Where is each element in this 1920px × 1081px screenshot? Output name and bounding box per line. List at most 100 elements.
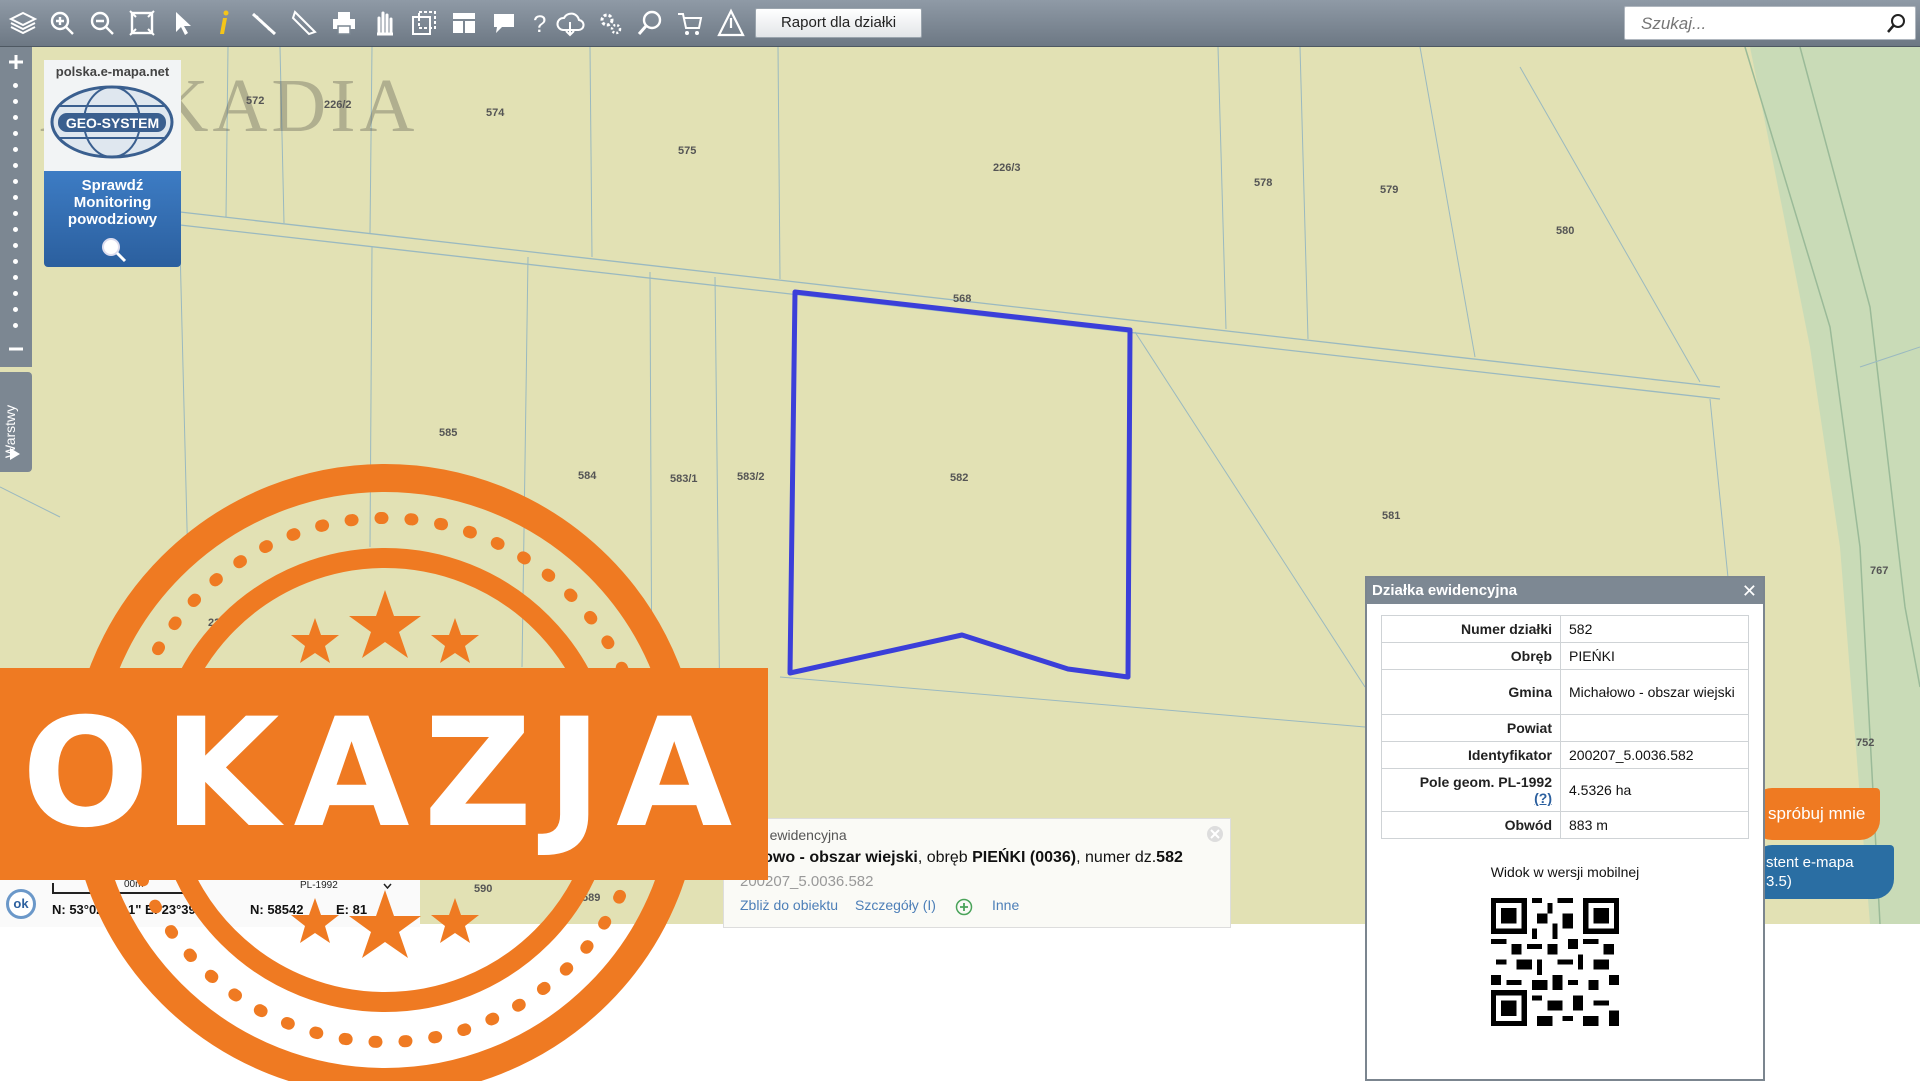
table-row: Pole geom. PL-1992 (?) 4.5326 ha xyxy=(1381,768,1749,812)
zoom-out-icon[interactable] xyxy=(87,8,117,38)
parcel-label[interactable]: 226/3 xyxy=(993,162,1021,174)
zoom-step[interactable] xyxy=(13,323,18,328)
info-icon[interactable] xyxy=(209,8,239,38)
settings-icon[interactable] xyxy=(595,8,625,38)
zoom-step[interactable] xyxy=(13,307,18,312)
search-map-icon[interactable] xyxy=(635,8,665,38)
parcel-label[interactable]: 572 xyxy=(246,95,264,107)
qr-code[interactable] xyxy=(1491,898,1619,1026)
zoom-step[interactable] xyxy=(13,131,18,136)
zoom-step[interactable] xyxy=(13,291,18,296)
zoom-step[interactable] xyxy=(13,147,18,152)
banner-logo-text: GEO-SYSTEM xyxy=(65,115,160,131)
select-arrow-icon[interactable] xyxy=(168,8,198,38)
popup-obreb: PIEŃKI (0036) xyxy=(972,849,1077,866)
mobile-view-label: Widok w wersji mobilnej xyxy=(1490,864,1640,880)
area-help-link[interactable]: (?) xyxy=(1390,790,1552,806)
parcel-label[interactable]: 580 xyxy=(1556,225,1574,237)
selected-parcel-outline[interactable] xyxy=(787,289,1133,680)
zoom-step[interactable] xyxy=(13,259,18,264)
parcel-label[interactable]: 581 xyxy=(1382,510,1400,522)
zoom-step[interactable] xyxy=(13,211,18,216)
attr-value: Michałowo - obszar wiejski xyxy=(1560,669,1749,715)
zoom-step[interactable] xyxy=(13,179,18,184)
banner-logo-area: polska.e-mapa.net GEO-SYSTEM xyxy=(44,60,181,171)
attr-key: Numer działki xyxy=(1381,615,1561,643)
banner-site-name: polska.e-mapa.net xyxy=(55,64,170,79)
geo-system-banner[interactable]: polska.e-mapa.net GEO-SYSTEM Sprawdź Mon… xyxy=(44,60,181,267)
attr-key: Powiat xyxy=(1381,714,1561,742)
assistant-line1: stent e-mapa xyxy=(1766,854,1854,871)
report-button[interactable]: Raport dla działki xyxy=(755,8,922,38)
road-edge xyxy=(179,211,1721,388)
zoom-step[interactable] xyxy=(13,195,18,200)
comment-icon[interactable] xyxy=(489,8,519,38)
layout-icon[interactable] xyxy=(449,8,479,38)
select-window-icon[interactable] xyxy=(409,8,439,38)
table-row: Obwód 883 m xyxy=(1381,811,1749,839)
popup-sep2: , numer dz. xyxy=(1076,849,1157,866)
print-icon[interactable] xyxy=(329,8,359,38)
table-row: Gmina Michałowo - obszar wiejski xyxy=(1381,669,1749,715)
zoom-extent-icon[interactable] xyxy=(127,8,157,38)
flood-monitoring-promo[interactable]: Sprawdź Monitoring powodziowy xyxy=(44,171,181,267)
zoom-step[interactable] xyxy=(13,275,18,280)
parcel-label[interactable]: 226/2 xyxy=(324,99,352,111)
zoom-slider[interactable] xyxy=(0,47,32,367)
popup-number: 582 xyxy=(1156,849,1183,866)
details-link[interactable]: Szczegóły (I) xyxy=(855,897,936,913)
parcel-label[interactable]: 582 xyxy=(950,472,968,484)
panel-title: Działka ewidencyjna xyxy=(1367,578,1763,604)
zoom-step[interactable] xyxy=(13,83,18,88)
parcel-info-popup: ałka ewidencyjna hałowo - obszar wiejski… xyxy=(723,818,1231,928)
parcel-label[interactable]: 575 xyxy=(678,145,696,157)
cart-icon[interactable] xyxy=(675,8,705,38)
stamp-text: OKAZJA xyxy=(21,687,747,861)
search-box xyxy=(1624,6,1916,40)
parcel-attributes-table: Numer działki 582 Obręb PIEŃKI Gmina Michał… xyxy=(1381,615,1749,839)
close-icon[interactable] xyxy=(1206,825,1224,843)
pan-icon[interactable] xyxy=(369,8,399,38)
attr-key: Obwód xyxy=(1381,811,1561,839)
parcel-label[interactable]: 752 xyxy=(1856,737,1874,749)
promo-text: Sprawdź Monitoring powodziowy xyxy=(67,177,158,228)
parcel-label[interactable]: 578 xyxy=(1254,177,1272,189)
measure-area-icon[interactable] xyxy=(289,8,319,38)
zoom-step[interactable] xyxy=(13,163,18,168)
table-row: Numer działki 582 xyxy=(1381,615,1749,643)
parcel-label[interactable]: 767 xyxy=(1870,565,1888,577)
zoom-step[interactable] xyxy=(13,115,18,120)
zoom-plus-icon[interactable] xyxy=(7,53,25,71)
zoom-in-icon[interactable] xyxy=(47,8,77,38)
assistant-button[interactable]: stent e-mapa 3.5) xyxy=(1752,845,1894,899)
attr-key: Obręb xyxy=(1381,642,1561,670)
table-row: Powiat xyxy=(1381,714,1749,742)
popup-description: hałowo - obszar wiejski, obręb PIEŃKI (0… xyxy=(740,849,1183,867)
parcel-label[interactable]: 585 xyxy=(439,427,457,439)
popup-sep: , obręb xyxy=(917,849,973,866)
zoom-step[interactable] xyxy=(13,99,18,104)
close-icon[interactable]: ✕ xyxy=(1742,578,1757,604)
cloud-icon[interactable] xyxy=(555,8,585,38)
zoom-step[interactable] xyxy=(13,243,18,248)
help-icon[interactable]: ? xyxy=(525,8,555,38)
measure-distance-icon[interactable] xyxy=(249,8,279,38)
attr-key: Gmina xyxy=(1381,669,1561,715)
warning-icon[interactable] xyxy=(716,8,746,38)
attr-value xyxy=(1560,714,1749,742)
other-link[interactable]: Inne xyxy=(992,897,1019,913)
search-icon[interactable] xyxy=(1885,13,1907,35)
layers-icon[interactable] xyxy=(8,8,38,38)
parcel-label[interactable]: 579 xyxy=(1380,184,1398,196)
parcel-label[interactable]: 568 xyxy=(953,293,971,305)
try-me-button[interactable]: spróbuj mnie xyxy=(1752,788,1880,840)
table-row: Identyfikator 200207_5.0036.582 xyxy=(1381,741,1749,769)
attr-key: Pole geom. PL-1992 xyxy=(1419,774,1552,790)
zoom-minus-icon[interactable] xyxy=(7,345,25,353)
search-input[interactable] xyxy=(1639,11,1873,37)
parcel-label[interactable]: 574 xyxy=(486,107,504,119)
panel-title-text: Działka ewidencyjna xyxy=(1372,582,1518,599)
attr-key: Identyfikator xyxy=(1381,741,1561,769)
zoom-step[interactable] xyxy=(13,227,18,232)
plus-circle-icon[interactable] xyxy=(955,898,973,916)
